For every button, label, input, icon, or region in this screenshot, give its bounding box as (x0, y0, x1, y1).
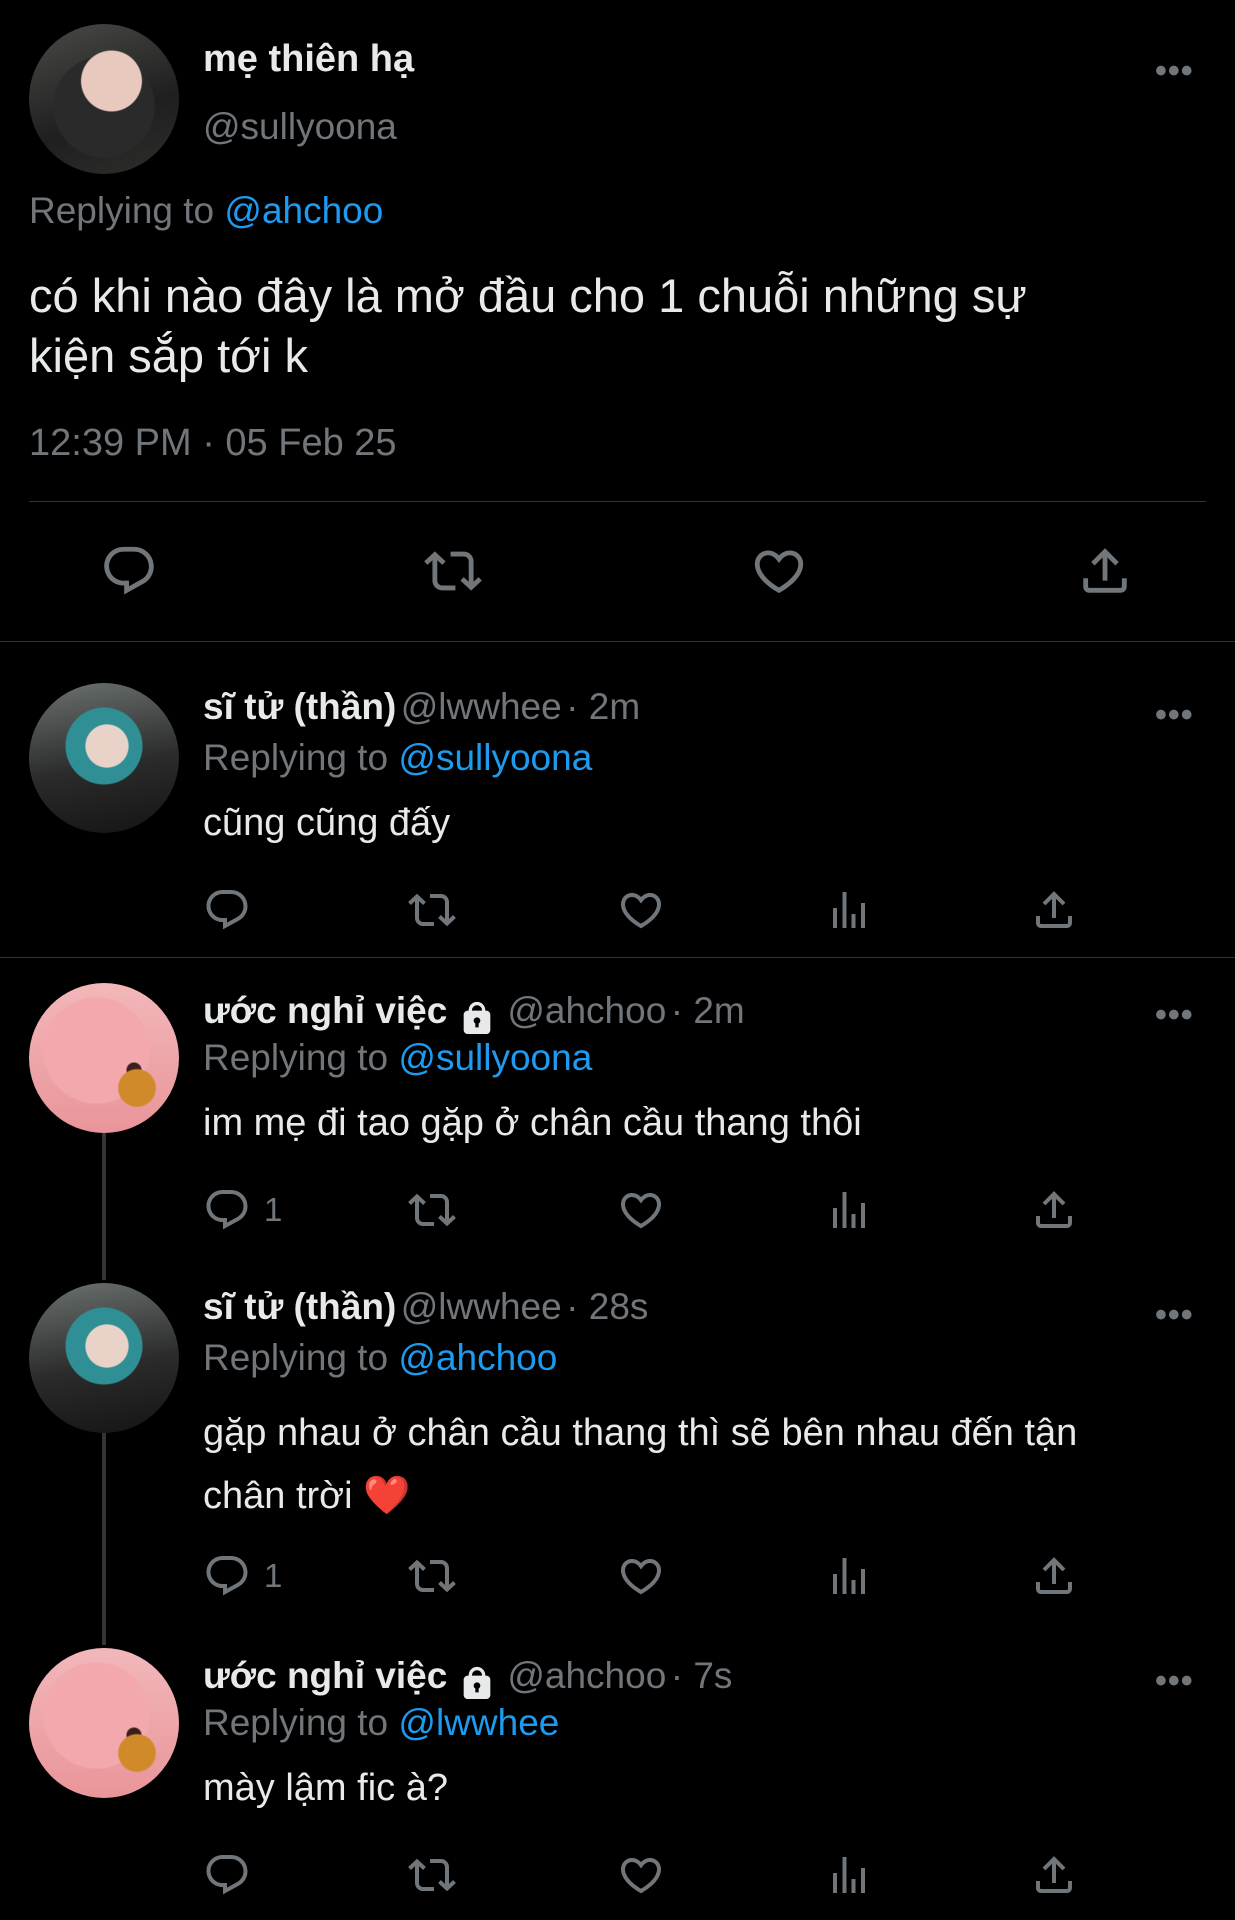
replying-mention[interactable]: @ahchoo (398, 1337, 557, 1378)
tweet-text-line: có khi nào đây là mở đầu cho 1 chuỗi nhữ… (29, 269, 1027, 322)
like-icon[interactable] (617, 1552, 665, 1600)
handle[interactable]: @lwwhee (401, 1286, 562, 1327)
like-icon[interactable] (750, 542, 808, 600)
divider (0, 957, 1235, 958)
like-icon[interactable] (617, 1186, 665, 1234)
retweet-icon[interactable] (408, 886, 456, 934)
reply-header: sĩ tử (thần) @lwwhee · 28s (203, 1286, 648, 1328)
views-icon[interactable] (825, 1186, 873, 1234)
display-name[interactable]: mẹ thiên hạ (203, 38, 414, 81)
avatar[interactable] (29, 24, 179, 174)
reply-count: 1 (264, 1557, 283, 1594)
reply-text: gặp nhau ở chân cầu thang thì sẽ bên nha… (203, 1402, 1077, 1528)
like-icon[interactable] (617, 1851, 665, 1899)
replying-mention[interactable]: @sullyoona (398, 1037, 592, 1078)
more-icon[interactable]: ••• (1155, 696, 1194, 735)
avatar[interactable] (29, 683, 179, 833)
views-icon[interactable] (825, 1552, 873, 1600)
reply-text-line: chân trời ❤️ (203, 1475, 411, 1517)
display-name[interactable]: sĩ tử (thần) (203, 686, 396, 727)
share-icon[interactable] (1030, 1552, 1078, 1600)
handle[interactable]: @ahchoo (507, 1655, 666, 1696)
divider (0, 641, 1235, 642)
display-name[interactable]: ước nghỉ việc (203, 990, 447, 1031)
views-icon[interactable] (825, 1851, 873, 1899)
replying-line: Replying to @lwwhee (203, 1702, 559, 1744)
reply-icon[interactable] (203, 1186, 251, 1234)
replying-line: Replying to @ahchoo (203, 1337, 557, 1379)
more-icon[interactable]: ••• (1155, 1296, 1194, 1335)
replying-prefix: Replying to (203, 1037, 389, 1078)
reply-icon[interactable] (100, 542, 158, 600)
like-icon[interactable] (617, 886, 665, 934)
handle[interactable]: @lwwhee (401, 686, 562, 727)
time[interactable]: · 28s (566, 1286, 648, 1327)
display-name[interactable]: ước nghỉ việc (203, 1655, 447, 1696)
more-icon[interactable]: ••• (1155, 52, 1194, 91)
reply-icon[interactable] (203, 886, 251, 934)
retweet-icon[interactable] (408, 1186, 456, 1234)
retweet-icon[interactable] (424, 542, 482, 600)
tweet-text-line: kiện sắp tới k (29, 329, 308, 382)
reply-header: sĩ tử (thần) @lwwhee · 2m (203, 686, 640, 728)
replying-line: Replying to @ahchoo (29, 190, 383, 232)
share-icon[interactable] (1030, 1851, 1078, 1899)
replying-mention[interactable]: @ahchoo (224, 190, 383, 231)
reply-text: mày lậm fic à? (203, 1767, 448, 1809)
reply-icon[interactable] (203, 1552, 251, 1600)
thread-line (102, 1433, 106, 1645)
avatar[interactable] (29, 1283, 179, 1433)
time[interactable]: · 2m (566, 686, 640, 727)
handle[interactable]: @sullyoona (203, 106, 397, 148)
reply-icon[interactable] (203, 1851, 251, 1899)
share-icon[interactable] (1076, 542, 1134, 600)
reply-text: cũng cũng đấy (203, 802, 451, 844)
replying-prefix: Replying to (29, 190, 215, 231)
reply-text-line: gặp nhau ở chân cầu thang thì sẽ bên nha… (203, 1412, 1078, 1454)
more-icon[interactable]: ••• (1155, 1662, 1194, 1701)
handle[interactable]: @ahchoo (507, 990, 666, 1031)
time[interactable]: · 2m (671, 990, 745, 1031)
retweet-icon[interactable] (408, 1552, 456, 1600)
timestamp[interactable]: 12:39 PM · 05 Feb 25 (29, 422, 397, 465)
replying-line: Replying to @sullyoona (203, 1037, 592, 1079)
replying-line: Replying to @sullyoona (203, 737, 592, 779)
divider (29, 501, 1206, 502)
lock-icon (457, 999, 497, 1039)
avatar[interactable] (29, 1648, 179, 1798)
replying-mention[interactable]: @lwwhee (398, 1702, 559, 1743)
reply-header: ước nghỉ việc @ahchoo · 2m (203, 990, 745, 1039)
reply-text: im mẹ đi tao gặp ở chân cầu thang thôi (203, 1102, 862, 1144)
replying-prefix: Replying to (203, 1702, 389, 1743)
replying-prefix: Replying to (203, 1337, 389, 1378)
thread-line (102, 1133, 106, 1280)
views-icon[interactable] (825, 886, 873, 934)
tweet-text: có khi nào đây là mở đầu cho 1 chuỗi nhữ… (29, 266, 1027, 386)
more-icon[interactable]: ••• (1155, 996, 1194, 1035)
reply-count: 1 (264, 1191, 283, 1228)
time[interactable]: · 7s (671, 1655, 733, 1696)
replying-mention[interactable]: @sullyoona (398, 737, 592, 778)
reply-header: ước nghỉ việc @ahchoo · 7s (203, 1655, 732, 1704)
share-icon[interactable] (1030, 886, 1078, 934)
lock-icon (457, 1664, 497, 1704)
share-icon[interactable] (1030, 1186, 1078, 1234)
retweet-icon[interactable] (408, 1851, 456, 1899)
avatar[interactable] (29, 983, 179, 1133)
display-name[interactable]: sĩ tử (thần) (203, 1286, 396, 1327)
replying-prefix: Replying to (203, 737, 389, 778)
